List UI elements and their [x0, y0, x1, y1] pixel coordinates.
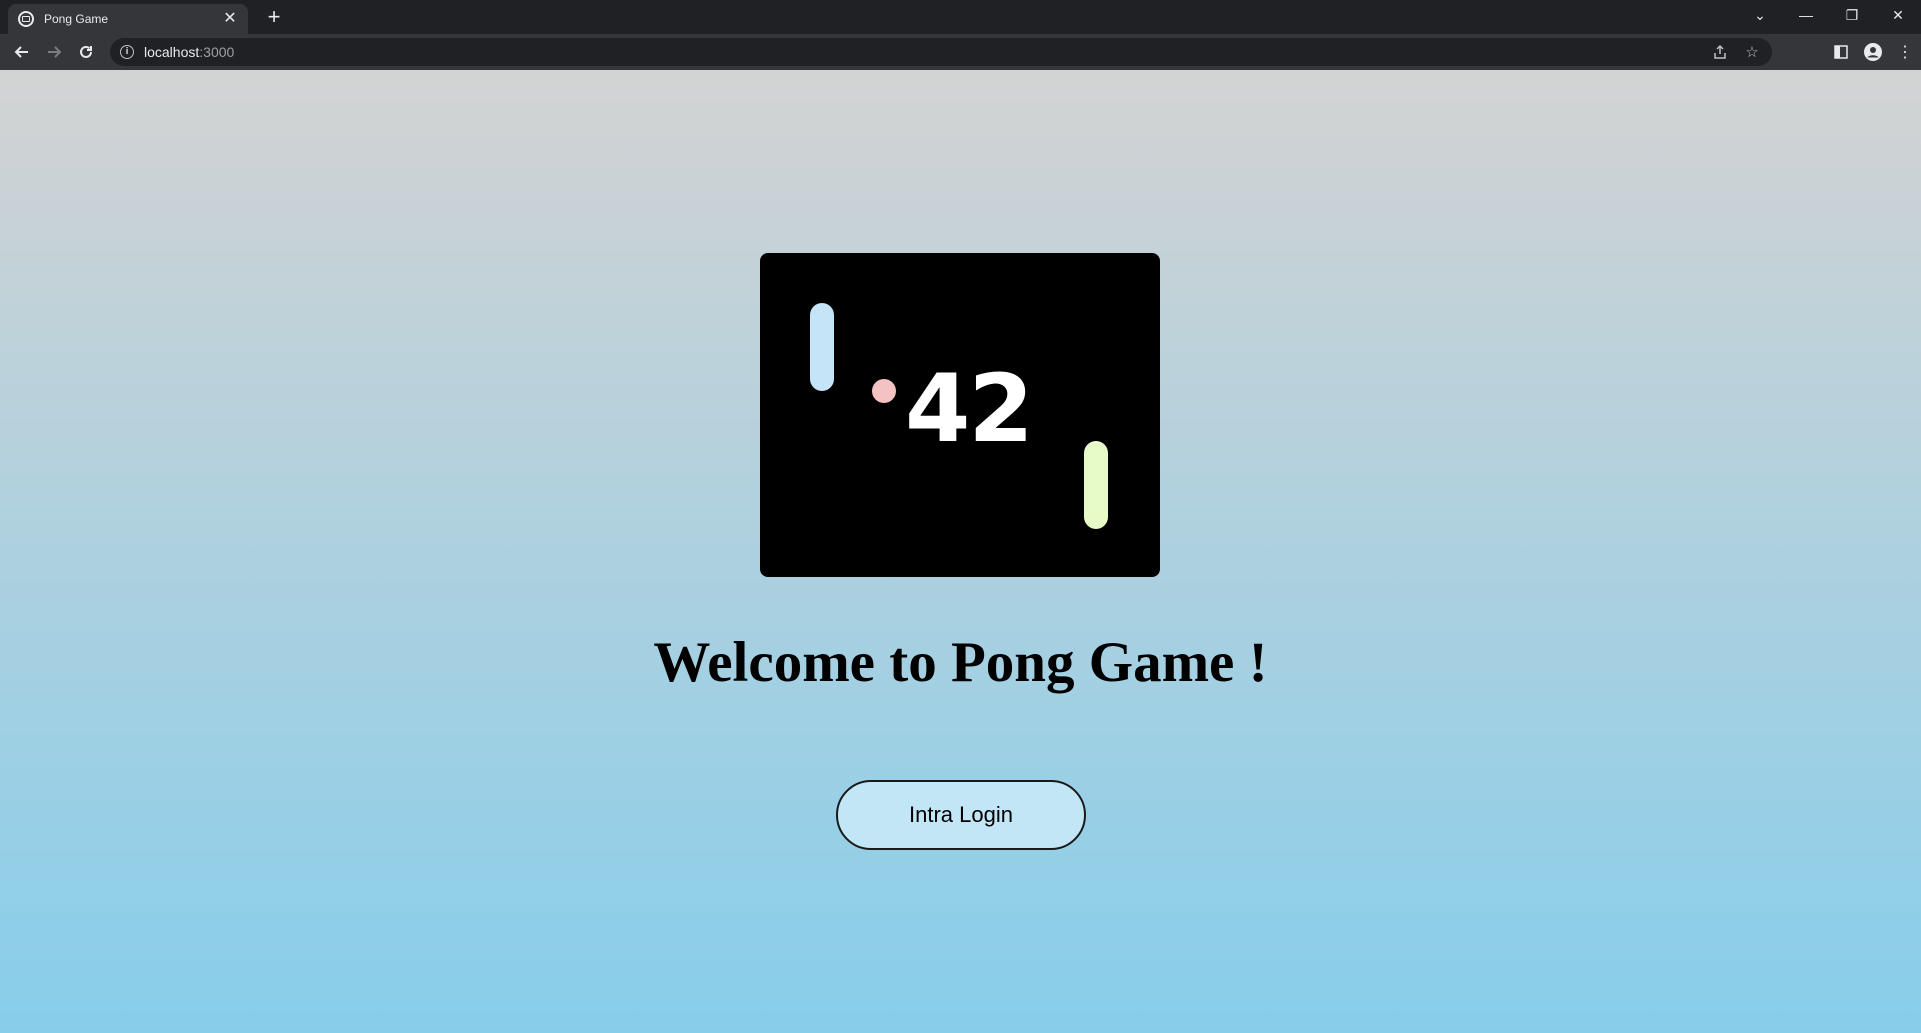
right-paddle [1084, 441, 1108, 529]
tab-title: Pong Game [44, 12, 109, 26]
browser-tab[interactable]: Pong Game ✕ [8, 4, 248, 34]
intra-login-button[interactable]: Intra Login [836, 780, 1086, 850]
close-icon[interactable]: ✕ [222, 11, 238, 27]
share-icon[interactable] [1710, 42, 1730, 62]
profile-icon[interactable] [1857, 40, 1889, 64]
page-icon [18, 11, 34, 27]
forward-arrow-icon[interactable] [42, 40, 66, 64]
window-controls: ⌄ — ❐ ✕ [1737, 0, 1921, 30]
logo-text: 42 [905, 355, 1034, 464]
tab-search-icon[interactable]: ⌄ [1737, 0, 1783, 30]
back-arrow-icon[interactable] [10, 40, 34, 64]
info-icon[interactable]: i [120, 45, 134, 59]
close-icon[interactable]: ✕ [1875, 0, 1921, 30]
side-panel-icon[interactable] [1825, 40, 1857, 64]
kebab-menu-icon[interactable]: ⋮ [1889, 40, 1921, 64]
minimize-icon[interactable]: — [1783, 0, 1829, 30]
plus-icon[interactable]: + [262, 6, 286, 30]
toolbar-actions: ⋮ [1825, 40, 1921, 64]
browser-toolbar: i localhost:3000 ☆ ⋮ [0, 34, 1921, 70]
page-viewport: 42 Welcome to Pong Game ! Intra Login [0, 70, 1921, 1033]
omnibox-actions: ☆ [1710, 42, 1762, 62]
restore-icon[interactable]: ❐ [1829, 0, 1875, 30]
ball [872, 379, 896, 403]
pong-logo: 42 [760, 253, 1160, 577]
tab-strip: Pong Game ✕ + ⌄ — ❐ ✕ [0, 0, 1921, 34]
address-bar[interactable]: i localhost:3000 ☆ [110, 38, 1772, 66]
left-paddle [810, 303, 834, 391]
url: localhost:3000 [144, 44, 235, 60]
reload-icon[interactable] [74, 40, 98, 64]
star-icon[interactable]: ☆ [1742, 42, 1762, 62]
page-title: Welcome to Pong Game ! [653, 631, 1268, 694]
